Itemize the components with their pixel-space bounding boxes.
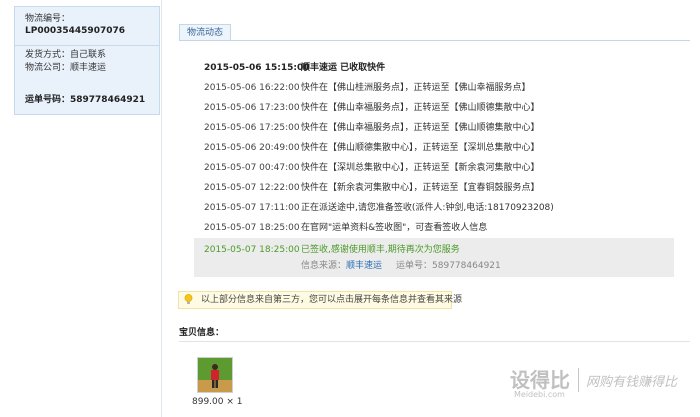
watermark-domain: Meidebi.com <box>514 390 565 399</box>
timeline-desc: 快件在【佛山幸福服务点】，正转运至【佛山顺德集散中心】 <box>301 103 540 113</box>
shipping-method: 发货方式：自己联系 <box>25 50 107 60</box>
site-watermark: 设得比 Meidebi.com 网购有钱赚得比 <box>510 364 695 404</box>
timeline-time: 2015-05-07 18:25:00 <box>204 245 300 255</box>
info-source: 信息来源：顺丰速运 运单号：589778464921 <box>301 259 501 273</box>
column-divider <box>161 0 162 417</box>
timeline-row-latest[interactable]: 2015-05-07 18:25:00 已签收,感谢使用顺丰,期待再次为您服务 … <box>194 238 674 277</box>
timeline-time: 2015-05-07 12:22:00 <box>204 183 300 193</box>
product-image-icon <box>198 358 232 392</box>
timeline-desc: 快件在【深圳总集散中心】，正转运至【新余袁河集散中心】 <box>301 163 540 173</box>
timeline-time: 2015-05-06 20:49:00 <box>204 143 300 153</box>
third-party-notice: 以上部分信息来自第三方，您可以点击展开每条信息并查看其来源 <box>178 291 462 309</box>
tracking-label: 物流编号： <box>25 14 71 24</box>
timeline-row[interactable]: 2015-05-06 16:22:00 快件在【佛山桂洲服务点】，正转运至【佛山… <box>194 78 674 98</box>
timeline-desc: 快件在【佛山顺德集散中心】，正转运至【深圳总集散中心】 <box>301 143 540 153</box>
timeline-row[interactable]: 2015-05-06 17:25:00 快件在【佛山幸福服务点】，正转运至【佛山… <box>194 118 674 138</box>
source-waybill: 运单号：589778464921 <box>396 261 501 271</box>
timeline-time: 2015-05-06 16:22:00 <box>204 83 300 93</box>
timeline-time: 2015-05-07 17:11:00 <box>204 203 300 213</box>
lightbulb-icon <box>184 294 193 304</box>
courier-company: 物流公司：顺丰速运 <box>25 63 107 73</box>
timeline-row[interactable]: 2015-05-06 17:23:00 快件在【佛山幸福服务点】，正转运至【佛山… <box>194 98 674 118</box>
shipment-info-card: 物流编号： LP00035445907076 发货方式：自己联系 物流公司：顺丰… <box>14 6 160 115</box>
timeline-time: 2015-05-06 17:23:00 <box>204 103 300 113</box>
timeline-desc: 正在派送途中,请您准备签收(派件人:钟剑,电话:18170923208) <box>301 203 554 213</box>
timeline-desc: 顺丰速运 已收取快件 <box>301 63 386 73</box>
timeline-desc: 快件在【新余袁河集散中心】，正转运至【宜春铜鼓服务点】 <box>301 183 540 193</box>
watermark-logo: 设得比 <box>510 368 570 392</box>
watermark-divider <box>578 368 579 392</box>
timeline-desc: 快件在【佛山桂洲服务点】，正转运至【佛山幸福服务点】 <box>301 83 531 93</box>
timeline-row[interactable]: 2015-05-07 17:11:00 正在派送途中,请您准备签收(派件人:钟剑… <box>194 198 674 218</box>
timeline-time: 2015-05-07 00:47:00 <box>204 163 300 173</box>
timeline-desc: 在官网"运单资料&签收图"，可查看签收人信息 <box>301 223 488 233</box>
tab-underline <box>179 40 690 41</box>
timeline-row[interactable]: 2015-05-07 00:47:00 快件在【深圳总集散中心】，正转运至【新余… <box>194 158 674 178</box>
notice-text: 以上部分信息来自第三方，您可以点击展开每条信息并查看其来源 <box>201 295 463 305</box>
timeline-row[interactable]: 2015-05-06 15:15:00 顺丰速运 已收取快件 <box>194 58 674 78</box>
tab-logistics-updates[interactable]: 物流动态 <box>179 24 231 41</box>
timeline-row[interactable]: 2015-05-06 20:49:00 快件在【佛山顺德集散中心】，正转运至【深… <box>194 138 674 158</box>
tracking-number: LP00035445907076 <box>25 26 126 36</box>
timeline-time: 2015-05-06 17:25:00 <box>204 123 300 133</box>
waybill-number: 运单号码：589778464921 <box>25 95 146 105</box>
timeline-row[interactable]: 2015-05-07 12:22:00 快件在【新余袁河集散中心】，正转运至【宜… <box>194 178 674 198</box>
timeline-time: 2015-05-07 18:25:00 <box>204 223 300 233</box>
info-source-link[interactable]: 顺丰速运 <box>346 261 382 271</box>
product-thumbnail[interactable] <box>197 357 233 393</box>
timeline-time: 2015-05-06 15:15:00 <box>204 63 310 73</box>
product-section-title: 宝贝信息： <box>179 328 225 338</box>
product-price-quantity: 899.00 × 1 <box>192 397 243 407</box>
info-source-label: 信息来源： <box>301 261 347 271</box>
timeline-row[interactable]: 2015-05-07 18:25:00 在官网"运单资料&签收图"，可查看签收人… <box>194 218 674 238</box>
product-divider <box>179 341 690 342</box>
timeline-desc: 已签收,感谢使用顺丰,期待再次为您服务 <box>301 245 460 255</box>
timeline-desc: 快件在【佛山幸福服务点】，正转运至【佛山顺德集散中心】 <box>301 123 540 133</box>
card-divider <box>15 45 159 46</box>
watermark-slogan: 网购有钱赚得比 <box>586 375 678 390</box>
